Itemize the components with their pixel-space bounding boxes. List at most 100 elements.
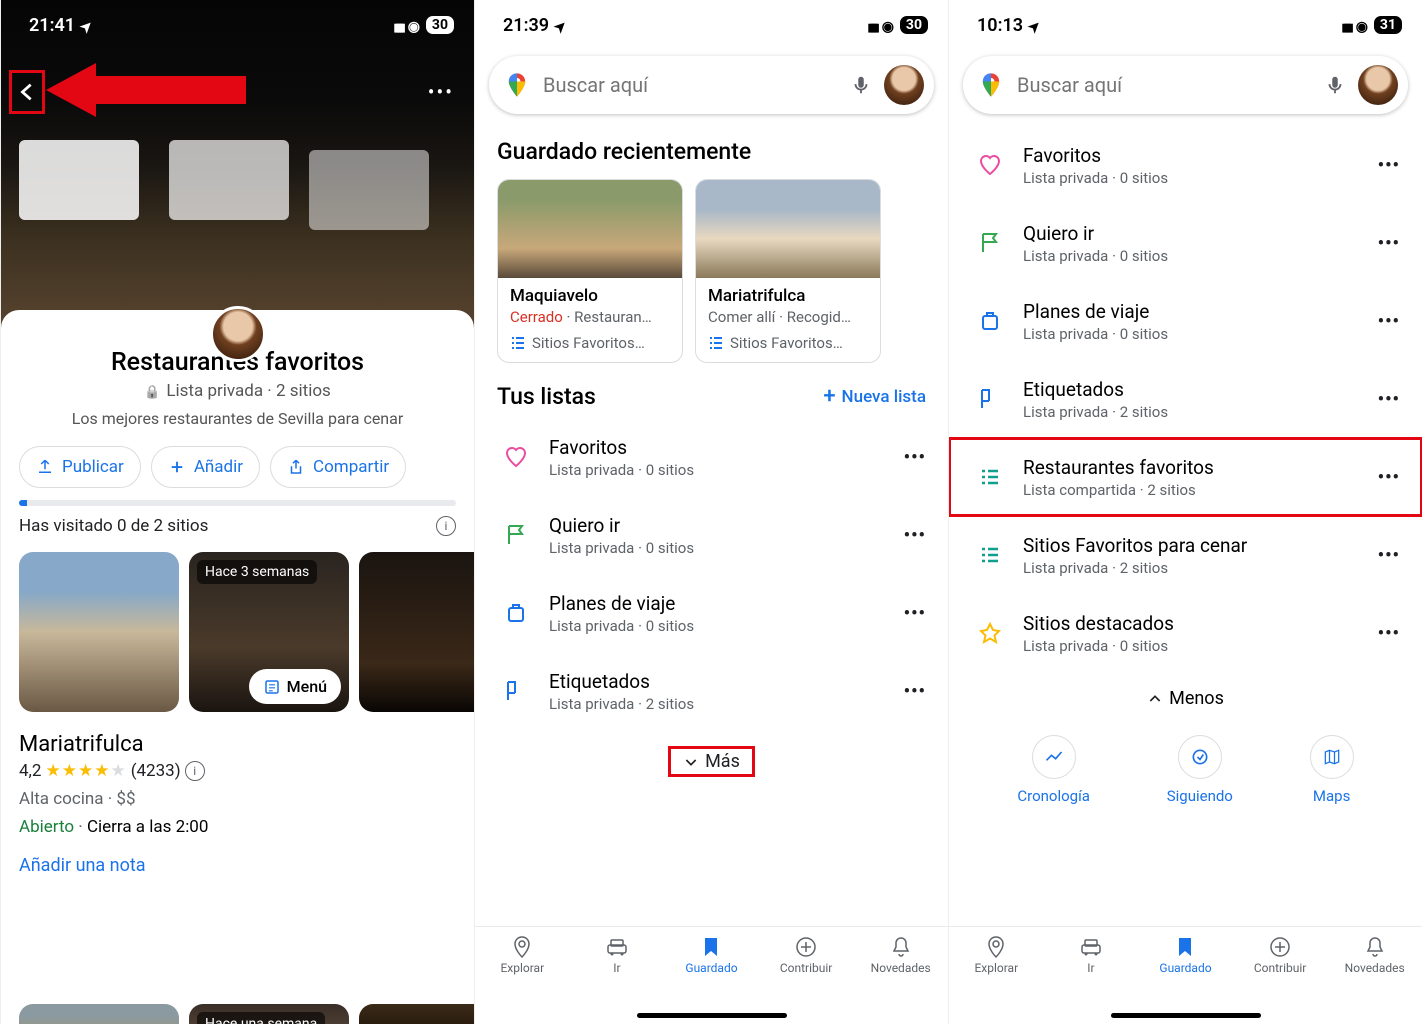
mic-icon[interactable] [1324, 74, 1346, 96]
list-meta: Lista privada · 0 sitios [549, 617, 904, 635]
list-meta: Lista compartida · 2 sitios [1023, 481, 1378, 499]
list-more-icon[interactable]: ••• [904, 447, 926, 468]
new-list-button[interactable]: +Nueva lista [823, 384, 926, 409]
section-title-lists: Tus listas [497, 383, 596, 410]
nav-saved[interactable]: Guardado [1146, 935, 1224, 1024]
list-more-icon[interactable]: ••• [1378, 389, 1400, 410]
chevron-up-icon [1147, 691, 1163, 707]
place-photo[interactable] [19, 1004, 179, 1024]
chevron-left-icon [16, 78, 38, 106]
home-indicator[interactable] [637, 1013, 787, 1018]
nav-explore[interactable]: Explorar [483, 935, 561, 1024]
list-row[interactable]: Planes de viajeLista privada · 0 sitios•… [949, 282, 1422, 360]
nav-explore[interactable]: Explorar [957, 935, 1035, 1024]
list-more-icon[interactable]: ••• [1378, 467, 1400, 488]
list-more-icon[interactable]: ••• [904, 603, 926, 624]
add-note-button[interactable]: Añadir una nota [1, 841, 474, 890]
list-row[interactable]: Sitios destacadosLista privada · 0 sitio… [949, 594, 1422, 672]
plus-circle-icon [794, 935, 818, 959]
list-more-icon[interactable]: ••• [1378, 623, 1400, 644]
menu-button[interactable]: Menú [249, 669, 341, 704]
list-more-icon[interactable]: ••• [1378, 311, 1400, 332]
list-meta: Lista privada · 2 sitios [549, 695, 904, 713]
list-meta: Lista privada · 0 sitios [1023, 247, 1378, 265]
mic-icon[interactable] [850, 74, 872, 96]
info-icon[interactable]: i [436, 516, 456, 536]
add-button[interactable]: Añadir [151, 446, 260, 488]
list-more-icon[interactable]: ••• [904, 681, 926, 702]
place-photo[interactable] [19, 552, 179, 712]
annotation-arrow [46, 58, 246, 123]
bookmark-icon [1173, 935, 1197, 959]
nav-contribute[interactable]: Contribuir [767, 935, 845, 1024]
list-name: Planes de viaje [1023, 300, 1378, 323]
search-bar[interactable] [963, 56, 1408, 114]
tag-icon [967, 387, 1013, 411]
nav-go[interactable]: Ir [578, 935, 656, 1024]
star-icon [967, 621, 1013, 645]
place-photo[interactable]: Hace 3 semanas Menú [189, 552, 349, 712]
list-meta: Lista privada · 2 sitios [1, 381, 474, 401]
place-photo[interactable]: Hace una semana [189, 1004, 349, 1024]
list-more-icon[interactable]: ••• [904, 525, 926, 546]
quick-maps[interactable]: Maps [1310, 735, 1354, 805]
publish-button[interactable]: Publicar [19, 446, 141, 488]
tag-icon [493, 679, 539, 703]
quick-timeline[interactable]: Cronología [1017, 735, 1090, 805]
nav-contribute[interactable]: Contribuir [1241, 935, 1319, 1024]
status-bar: 21:41 30 [1, 0, 474, 50]
photo-time-chip: Hace una semana [197, 1012, 325, 1024]
place-name[interactable]: Mariatrifulca [1, 718, 474, 757]
list-row[interactable]: Quiero irLista privada · 0 sitios••• [949, 204, 1422, 282]
less-button[interactable]: Menos [949, 672, 1422, 719]
nav-saved[interactable]: Guardado [672, 935, 750, 1024]
list-row[interactable]: Restaurantes favoritosLista compartida ·… [949, 438, 1422, 516]
more-button[interactable]: Más [475, 730, 948, 793]
list-more-icon[interactable]: ••• [1378, 545, 1400, 566]
pin-icon [984, 935, 1008, 959]
google-maps-icon [503, 71, 531, 99]
list-row[interactable]: Planes de viajeLista privada · 0 sitios•… [475, 574, 948, 652]
search-bar[interactable] [489, 56, 934, 114]
more-icon[interactable]: ••• [428, 80, 454, 104]
wifi-icon [882, 15, 894, 36]
avatar[interactable] [1358, 65, 1398, 105]
back-button[interactable] [9, 70, 45, 114]
nav-news[interactable]: Novedades [862, 935, 940, 1024]
car-icon [1079, 935, 1103, 959]
share-button[interactable]: Compartir [270, 446, 406, 488]
home-indicator[interactable] [1111, 1013, 1261, 1018]
avatar[interactable] [210, 306, 266, 362]
list-row[interactable]: FavoritosLista privada · 0 sitios••• [949, 126, 1422, 204]
bottom-nav: Explorar Ir Guardado Contribuir Novedade… [475, 926, 948, 1024]
list-row[interactable]: Sitios Favoritos para cenarLista privada… [949, 516, 1422, 594]
list-icon [967, 543, 1013, 567]
following-icon [1190, 747, 1210, 767]
search-input[interactable] [543, 73, 838, 97]
recent-card[interactable]: Mariatrifulca Comer allí · Recogid… Siti… [695, 179, 881, 363]
place-photo[interactable] [359, 1004, 474, 1024]
location-icon [555, 15, 567, 36]
recent-card[interactable]: Maquiavelo Cerrado · Restauran… Sitios F… [497, 179, 683, 363]
list-row[interactable]: FavoritosLista privada · 0 sitios••• [475, 418, 948, 496]
maps-icon [1322, 747, 1342, 767]
place-photo[interactable] [359, 552, 474, 712]
list-more-icon[interactable]: ••• [1378, 155, 1400, 176]
list-more-icon[interactable]: ••• [1378, 233, 1400, 254]
nav-go[interactable]: Ir [1052, 935, 1130, 1024]
avatar[interactable] [884, 65, 924, 105]
search-input[interactable] [1017, 73, 1312, 97]
info-icon[interactable]: i [185, 761, 205, 781]
list-row[interactable]: EtiquetadosLista privada · 2 sitios••• [949, 360, 1422, 438]
signal-icon [1341, 15, 1349, 36]
list-name: Etiquetados [549, 670, 904, 693]
status-bar: 10:13 31 [949, 0, 1422, 50]
signal-icon [393, 15, 401, 36]
nav-news[interactable]: Novedades [1336, 935, 1414, 1024]
quick-following[interactable]: Siguiendo [1167, 735, 1233, 805]
list-row[interactable]: Etiquetados Lista privada · 2 sitios••• [475, 652, 948, 730]
list-meta: Lista privada · 2 sitios [1023, 403, 1378, 421]
list-row[interactable]: Quiero irLista privada · 0 sitios••• [475, 496, 948, 574]
bookmark-icon [699, 935, 723, 959]
list-meta: Lista privada · 0 sitios [1023, 169, 1378, 187]
